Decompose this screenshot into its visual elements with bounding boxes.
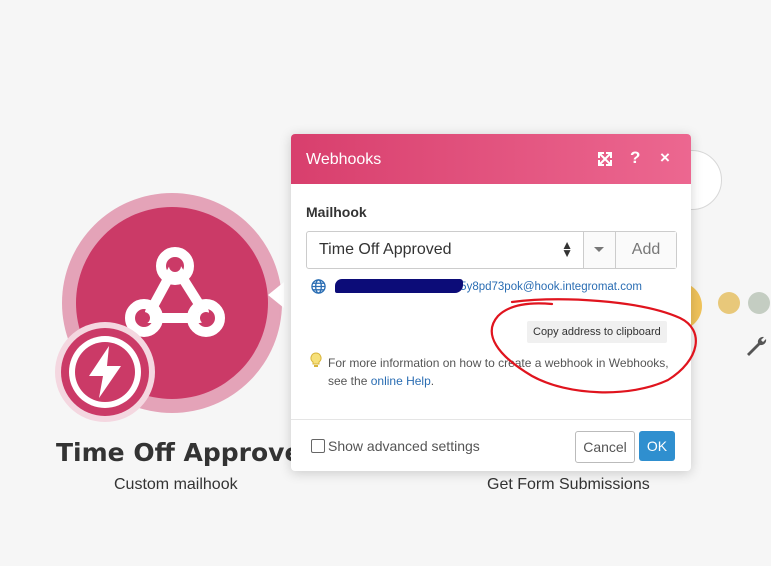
address-redaction-scribble <box>335 279 463 293</box>
advanced-settings-label[interactable]: Show advanced settings <box>328 438 480 454</box>
ok-button[interactable]: OK <box>639 431 675 461</box>
expand-icon[interactable] <box>597 151 613 167</box>
close-icon[interactable]: × <box>660 148 670 168</box>
webhook-icon <box>125 247 225 337</box>
help-icon[interactable]: ? <box>630 148 640 168</box>
chevron-down-icon <box>594 247 604 252</box>
help-info-text: For more information on how to create a … <box>328 356 669 388</box>
connector-dot-gray <box>748 292 770 314</box>
add-button[interactable]: Add <box>616 232 676 268</box>
webhook-address[interactable]: a1u5y8pd73pok@hook.integromat.com <box>441 281 642 293</box>
wrench-icon[interactable] <box>744 334 768 358</box>
mailhook-dropdown-button[interactable] <box>584 232 616 268</box>
mailhook-select-group: Time Off Approved ▲ ▼ Add <box>306 231 677 269</box>
mailhook-select[interactable]: Time Off Approved ▲ ▼ <box>307 232 584 268</box>
globe-icon <box>311 279 326 294</box>
dialog-title: Webhooks <box>306 151 382 168</box>
cancel-button[interactable]: Cancel <box>575 431 635 463</box>
trigger-badge[interactable] <box>55 322 155 422</box>
select-updown-icon: ▲ ▼ <box>561 238 573 260</box>
module-title: Time Off Approved <box>56 438 320 467</box>
copy-address-button[interactable]: Copy address to clipboard <box>527 321 667 343</box>
module2-subtitle: Get Form Submissions <box>487 476 650 493</box>
lightning-bolt-icon <box>75 342 135 402</box>
selected-mailhook: Time Off Approved <box>319 241 452 258</box>
online-help-link[interactable]: online Help <box>371 374 431 388</box>
dialog-header: Webhooks ? × <box>291 134 691 184</box>
module-subtitle: Custom mailhook <box>114 476 238 493</box>
dialog-footer: Show advanced settings Cancel OK <box>291 419 691 471</box>
mailhook-label: Mailhook <box>306 204 367 220</box>
advanced-settings-checkbox[interactable] <box>311 439 325 453</box>
module-connector-pointer <box>268 282 284 308</box>
connector-dot-yellow <box>718 292 740 314</box>
webhooks-dialog: Webhooks ? × Mailhook Time Off Approved … <box>291 134 691 471</box>
lightbulb-icon <box>310 352 322 367</box>
